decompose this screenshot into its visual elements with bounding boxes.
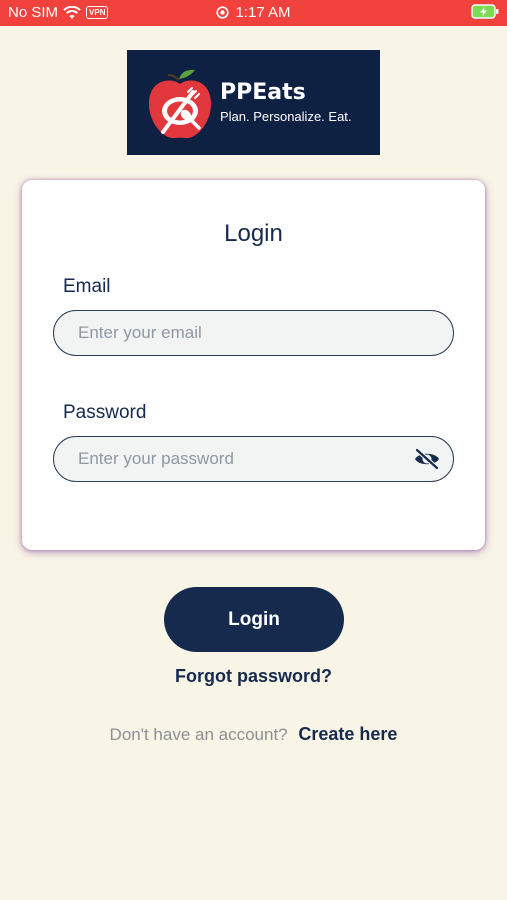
create-account-link[interactable]: Create here [298, 724, 397, 744]
email-input[interactable] [78, 311, 398, 355]
password-field[interactable] [53, 436, 454, 482]
brand-tagline: Plan. Personalize. Eat. [220, 109, 352, 124]
status-bar: No SIM VPN 1:17 AM [0, 0, 507, 26]
clock-time: 1:17 AM [235, 4, 291, 21]
login-button[interactable]: Login [164, 587, 344, 652]
forgot-password-link[interactable]: Forgot password? [0, 666, 507, 687]
apple-fork-spoon-icon [149, 69, 211, 139]
password-label: Password [63, 402, 147, 423]
email-label: Email [63, 276, 111, 297]
brand-name: PPEats [220, 80, 306, 105]
login-title: Login [224, 220, 283, 247]
eye-off-icon[interactable] [413, 447, 441, 471]
email-field[interactable] [53, 310, 454, 356]
status-right [471, 4, 499, 23]
password-input[interactable] [78, 437, 398, 481]
status-center: 1:17 AM [0, 4, 507, 21]
battery-charging-icon [471, 4, 499, 19]
login-card: Login Email Password [22, 180, 485, 550]
signup-prompt: Don't have an account? [109, 725, 288, 744]
alarm-icon [216, 6, 230, 19]
brand-logo: PPEats Plan. Personalize. Eat. [127, 50, 380, 155]
signup-row: Don't have an account? Create here [0, 724, 507, 745]
